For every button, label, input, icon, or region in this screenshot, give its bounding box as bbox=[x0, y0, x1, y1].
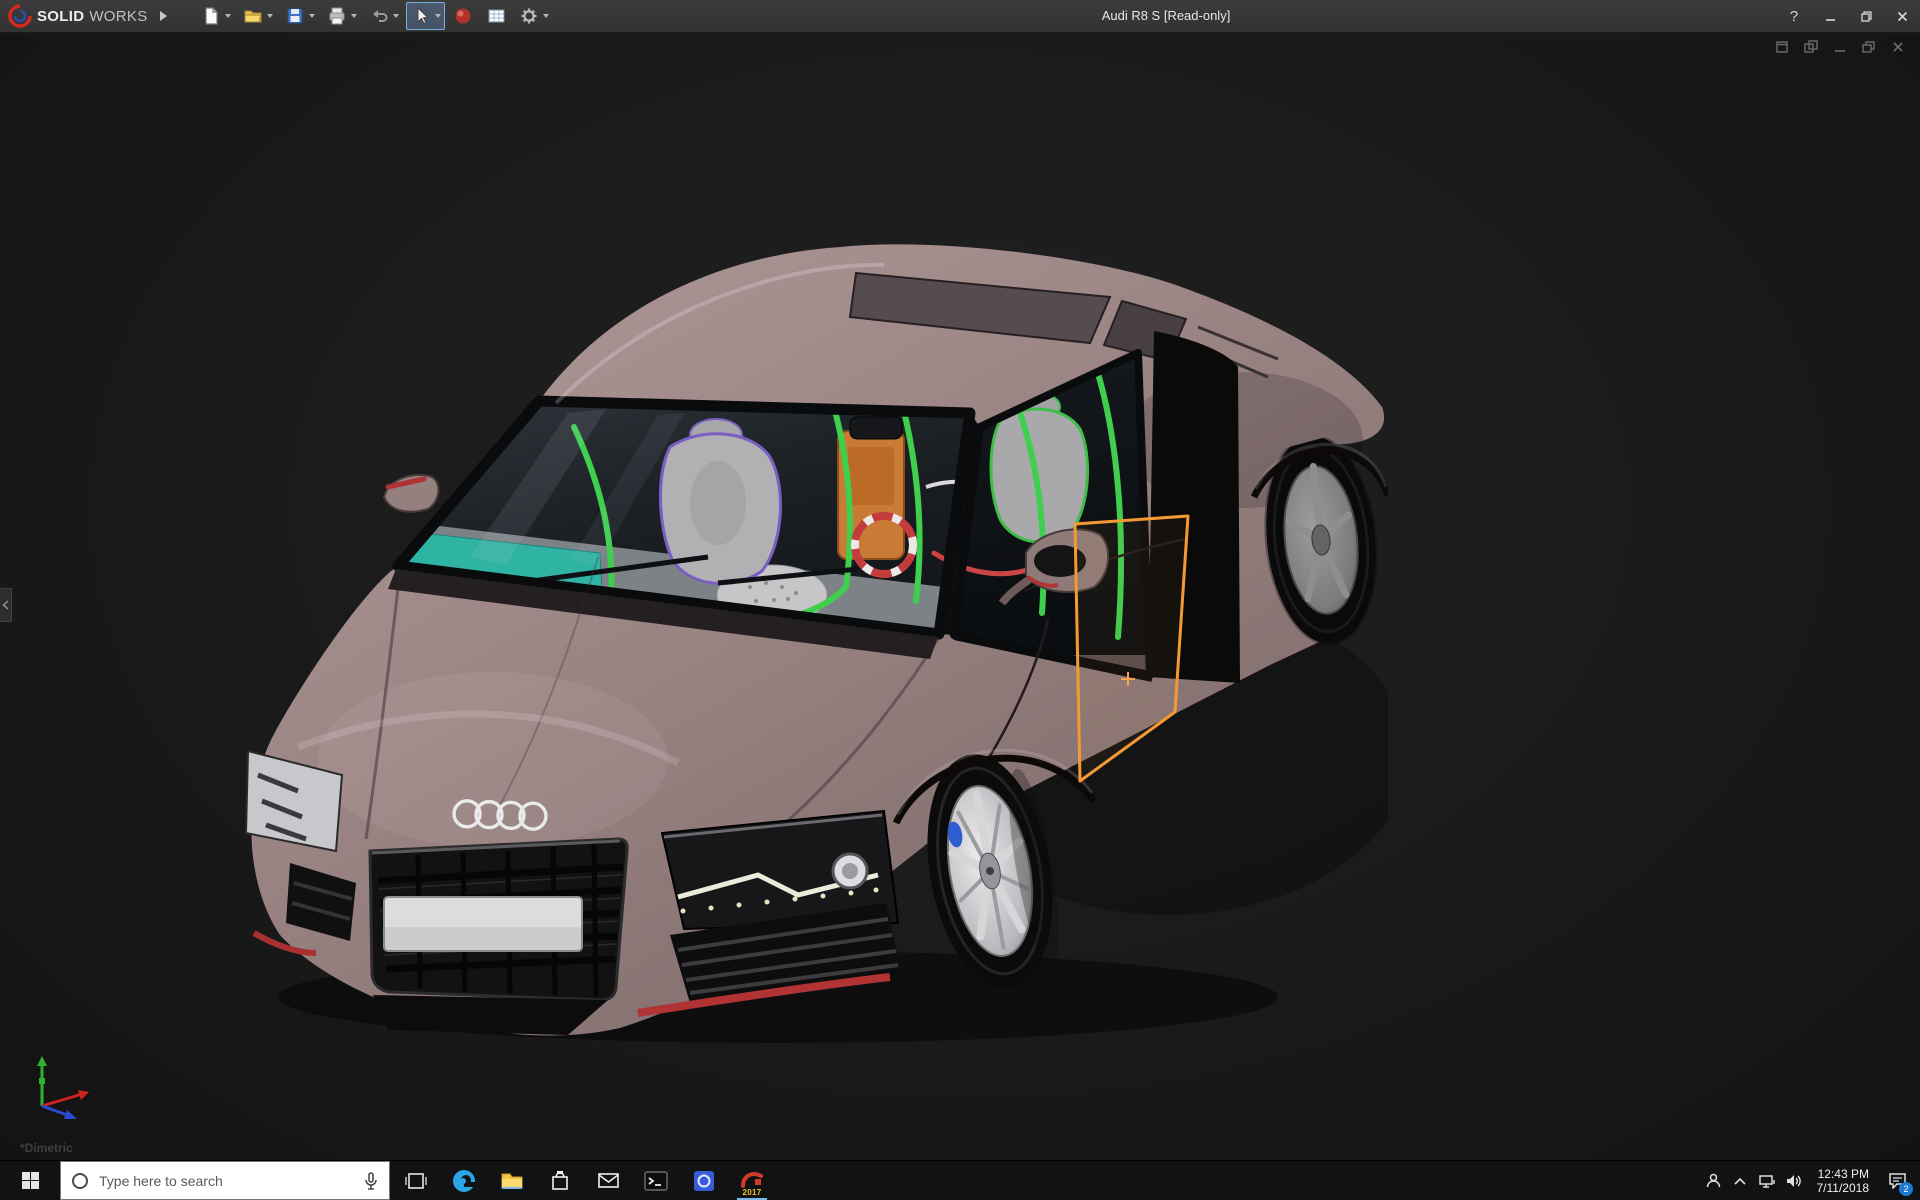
doc-window-icon[interactable] bbox=[1772, 39, 1792, 55]
close-icon bbox=[1896, 10, 1909, 23]
taskbar: 2017 bbox=[0, 1160, 1920, 1200]
search-input[interactable] bbox=[97, 1172, 355, 1190]
taskbar-search[interactable] bbox=[60, 1161, 390, 1200]
brand-text-light: WORKS bbox=[89, 8, 147, 25]
dropdown-caret-icon bbox=[351, 14, 357, 18]
orientation-triad bbox=[26, 1048, 100, 1122]
undo-button[interactable] bbox=[364, 2, 403, 30]
save-floppy-icon bbox=[284, 5, 306, 27]
dropdown-caret-icon bbox=[435, 14, 441, 18]
doc-minimize-icon[interactable] bbox=[1830, 39, 1850, 55]
front-grille[interactable] bbox=[370, 839, 627, 1000]
select-cursor-icon bbox=[410, 5, 432, 27]
console-icon bbox=[643, 1168, 669, 1194]
notification-badge: 2 bbox=[1899, 1182, 1913, 1196]
brand-text-bold: SOLID bbox=[37, 8, 84, 25]
task-view-icon bbox=[404, 1169, 428, 1193]
solidworks-app-button[interactable]: 2017 bbox=[728, 1161, 776, 1200]
dropdown-caret-icon bbox=[309, 14, 315, 18]
microphone-icon[interactable] bbox=[363, 1172, 379, 1190]
table-grid-icon bbox=[485, 5, 507, 27]
dropdown-caret-icon bbox=[543, 14, 549, 18]
people-icon bbox=[1705, 1172, 1722, 1189]
cortana-circle-icon bbox=[71, 1172, 89, 1190]
print-button[interactable] bbox=[322, 2, 361, 30]
dropdown-caret-icon bbox=[393, 14, 399, 18]
window-controls: ? bbox=[1776, 0, 1920, 32]
car-model-audi-r8[interactable] bbox=[238, 234, 1388, 1046]
edge-button[interactable] bbox=[440, 1161, 488, 1200]
help-button[interactable]: ? bbox=[1776, 0, 1812, 32]
network-icon bbox=[1758, 1173, 1776, 1189]
appearance-button[interactable] bbox=[448, 2, 478, 30]
new-document-button[interactable] bbox=[196, 2, 235, 30]
ds-logo-icon bbox=[8, 4, 32, 28]
solidworks-logo: SOLID WORKS bbox=[0, 4, 148, 28]
windows-logo-icon bbox=[22, 1172, 39, 1189]
network-button[interactable] bbox=[1754, 1161, 1781, 1200]
red-sphere-icon bbox=[452, 5, 474, 27]
blue-app-icon bbox=[691, 1168, 717, 1194]
dropdown-caret-icon bbox=[267, 14, 273, 18]
volume-button[interactable] bbox=[1781, 1161, 1808, 1200]
open-document-button[interactable] bbox=[238, 2, 277, 30]
file-explorer-button[interactable] bbox=[488, 1161, 536, 1200]
solidworks-year-label: 2017 bbox=[743, 1188, 762, 1197]
minimize-button[interactable] bbox=[1812, 0, 1848, 32]
select-tool-button[interactable] bbox=[406, 2, 445, 30]
mail-button[interactable] bbox=[584, 1161, 632, 1200]
clock-time: 12:43 PM bbox=[1817, 1167, 1870, 1181]
print-icon bbox=[326, 5, 348, 27]
window-title: Audi R8 S [Read-only] bbox=[1102, 0, 1231, 32]
speaker-icon bbox=[1785, 1173, 1803, 1189]
edge-icon bbox=[451, 1168, 477, 1194]
chevron-up-icon bbox=[1733, 1176, 1747, 1186]
save-button[interactable] bbox=[280, 2, 319, 30]
action-center-button[interactable]: 2 bbox=[1878, 1161, 1916, 1200]
document-window-controls bbox=[1772, 39, 1908, 55]
open-folder-icon bbox=[242, 5, 264, 27]
restore-button[interactable] bbox=[1848, 0, 1884, 32]
system-tray: 12:43 PM 7/11/2018 2 bbox=[1700, 1161, 1920, 1200]
rearview-mirror bbox=[850, 417, 902, 439]
feature-panel-collapse-arrow[interactable] bbox=[0, 588, 12, 622]
view-orientation-label: *Dimetric bbox=[20, 1141, 73, 1155]
minimize-icon bbox=[1824, 10, 1837, 23]
toolbar-flyout-button[interactable] bbox=[156, 3, 172, 29]
file-explorer-icon bbox=[499, 1168, 525, 1194]
people-button[interactable] bbox=[1700, 1161, 1727, 1200]
close-button[interactable] bbox=[1884, 0, 1920, 32]
viewport-3d[interactable]: *Dimetric bbox=[0, 32, 1920, 1160]
main-toolbar bbox=[196, 2, 553, 30]
design-table-button[interactable] bbox=[481, 2, 511, 30]
flyout-arrow-icon bbox=[160, 11, 167, 21]
store-button[interactable] bbox=[536, 1161, 584, 1200]
tray-overflow-button[interactable] bbox=[1727, 1161, 1754, 1200]
task-view-button[interactable] bbox=[392, 1161, 440, 1200]
blue-app-button[interactable] bbox=[680, 1161, 728, 1200]
start-button[interactable] bbox=[0, 1161, 60, 1200]
store-icon bbox=[548, 1169, 572, 1193]
taskbar-apps: 2017 bbox=[392, 1161, 776, 1200]
side-mirror-left[interactable] bbox=[384, 475, 438, 512]
dropdown-caret-icon bbox=[225, 14, 231, 18]
undo-arrow-icon bbox=[368, 5, 390, 27]
new-document-icon bbox=[200, 5, 222, 27]
mail-icon bbox=[596, 1168, 621, 1193]
screen: SOLID WORKS bbox=[0, 0, 1920, 1200]
titlebar: SOLID WORKS bbox=[0, 0, 1920, 33]
options-button[interactable] bbox=[514, 2, 553, 30]
console-button[interactable] bbox=[632, 1161, 680, 1200]
taskbar-clock[interactable]: 12:43 PM 7/11/2018 bbox=[1808, 1167, 1879, 1195]
gear-icon bbox=[518, 5, 540, 27]
chevron-left-icon bbox=[2, 600, 9, 610]
doc-close-icon[interactable] bbox=[1888, 39, 1908, 55]
restore-icon bbox=[1860, 10, 1873, 23]
clock-date: 7/11/2018 bbox=[1817, 1181, 1870, 1195]
doc-restore-icon[interactable] bbox=[1859, 39, 1879, 55]
doc-window-icon[interactable] bbox=[1801, 39, 1821, 55]
